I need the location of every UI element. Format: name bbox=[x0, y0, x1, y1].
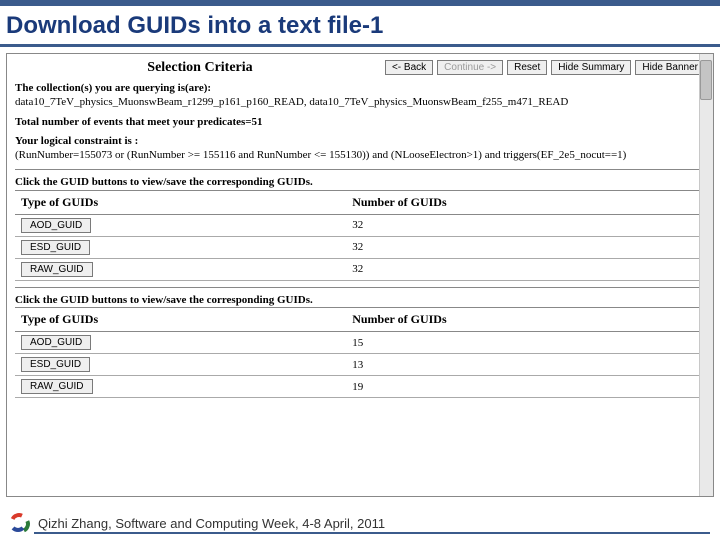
collections-label: The collection(s) you are querying is(ar… bbox=[15, 82, 211, 94]
toolbar: <- Back Continue -> Reset Hide Summary H… bbox=[385, 60, 705, 75]
guid-table-1: Type of GUIDs Number of GUIDs AOD_GUID 3… bbox=[15, 190, 705, 281]
footer-rule bbox=[34, 532, 710, 534]
divider bbox=[15, 169, 705, 170]
click-hint-2: Click the GUID buttons to view/save the … bbox=[15, 294, 705, 308]
divider bbox=[15, 287, 705, 288]
collections-block: The collection(s) you are querying is(ar… bbox=[15, 82, 705, 110]
table-row: RAW_GUID 32 bbox=[15, 258, 705, 280]
constraint-label: Your logical constraint is : bbox=[15, 135, 138, 147]
title-area: Download GUIDs into a text file-1 bbox=[0, 6, 720, 47]
guid-table-2: Type of GUIDs Number of GUIDs AOD_GUID 1… bbox=[15, 307, 705, 398]
col-type-header: Type of GUIDs bbox=[15, 308, 346, 332]
guid-count: 13 bbox=[346, 354, 705, 376]
guid-type-button[interactable]: RAW_GUID bbox=[21, 379, 93, 394]
click-hint-1: Click the GUID buttons to view/save the … bbox=[15, 176, 705, 190]
reset-button[interactable]: Reset bbox=[507, 60, 547, 75]
continue-button[interactable]: Continue -> bbox=[437, 60, 503, 75]
collections-value: data10_7TeV_physics_MuonswBeam_r1299_p16… bbox=[15, 96, 568, 108]
guid-count: 32 bbox=[346, 214, 705, 236]
constraint-block: Your logical constraint is : (RunNumber=… bbox=[15, 135, 705, 163]
selection-criteria-heading: Selection Criteria bbox=[15, 60, 385, 76]
scrollbar[interactable] bbox=[699, 54, 713, 496]
constraint-value: (RunNumber=155073 or (RunNumber >= 15511… bbox=[15, 149, 626, 161]
col-type-header: Type of GUIDs bbox=[15, 190, 346, 214]
col-number-header: Number of GUIDs bbox=[346, 308, 705, 332]
table-row: ESD_GUID 32 bbox=[15, 236, 705, 258]
page-title: Download GUIDs into a text file-1 bbox=[6, 12, 710, 40]
back-button[interactable]: <- Back bbox=[385, 60, 433, 75]
guid-type-button[interactable]: AOD_GUID bbox=[21, 335, 91, 350]
guid-type-button[interactable]: ESD_GUID bbox=[21, 357, 90, 372]
slide: Download GUIDs into a text file-1 Select… bbox=[0, 0, 720, 540]
col-number-header: Number of GUIDs bbox=[346, 190, 705, 214]
table-row: AOD_GUID 15 bbox=[15, 332, 705, 354]
guid-type-button[interactable]: AOD_GUID bbox=[21, 218, 91, 233]
logo-icon bbox=[10, 513, 30, 533]
guid-type-button[interactable]: RAW_GUID bbox=[21, 262, 93, 277]
guid-type-button[interactable]: ESD_GUID bbox=[21, 240, 90, 255]
footer: Qizhi Zhang, Software and Computing Week… bbox=[0, 506, 720, 540]
scrollbar-thumb[interactable] bbox=[700, 60, 712, 100]
footer-text: Qizhi Zhang, Software and Computing Week… bbox=[38, 516, 385, 531]
table-row: ESD_GUID 13 bbox=[15, 354, 705, 376]
total-events-label: Total number of events that meet your pr… bbox=[15, 116, 705, 130]
embedded-screenshot: Selection Criteria <- Back Continue -> R… bbox=[6, 53, 714, 497]
table-row: AOD_GUID 32 bbox=[15, 214, 705, 236]
hide-summary-button[interactable]: Hide Summary bbox=[551, 60, 631, 75]
guid-count: 32 bbox=[346, 258, 705, 280]
table-row: RAW_GUID 19 bbox=[15, 376, 705, 398]
guid-count: 19 bbox=[346, 376, 705, 398]
guid-count: 15 bbox=[346, 332, 705, 354]
guid-count: 32 bbox=[346, 236, 705, 258]
hide-banner-button[interactable]: Hide Banner bbox=[635, 60, 705, 75]
